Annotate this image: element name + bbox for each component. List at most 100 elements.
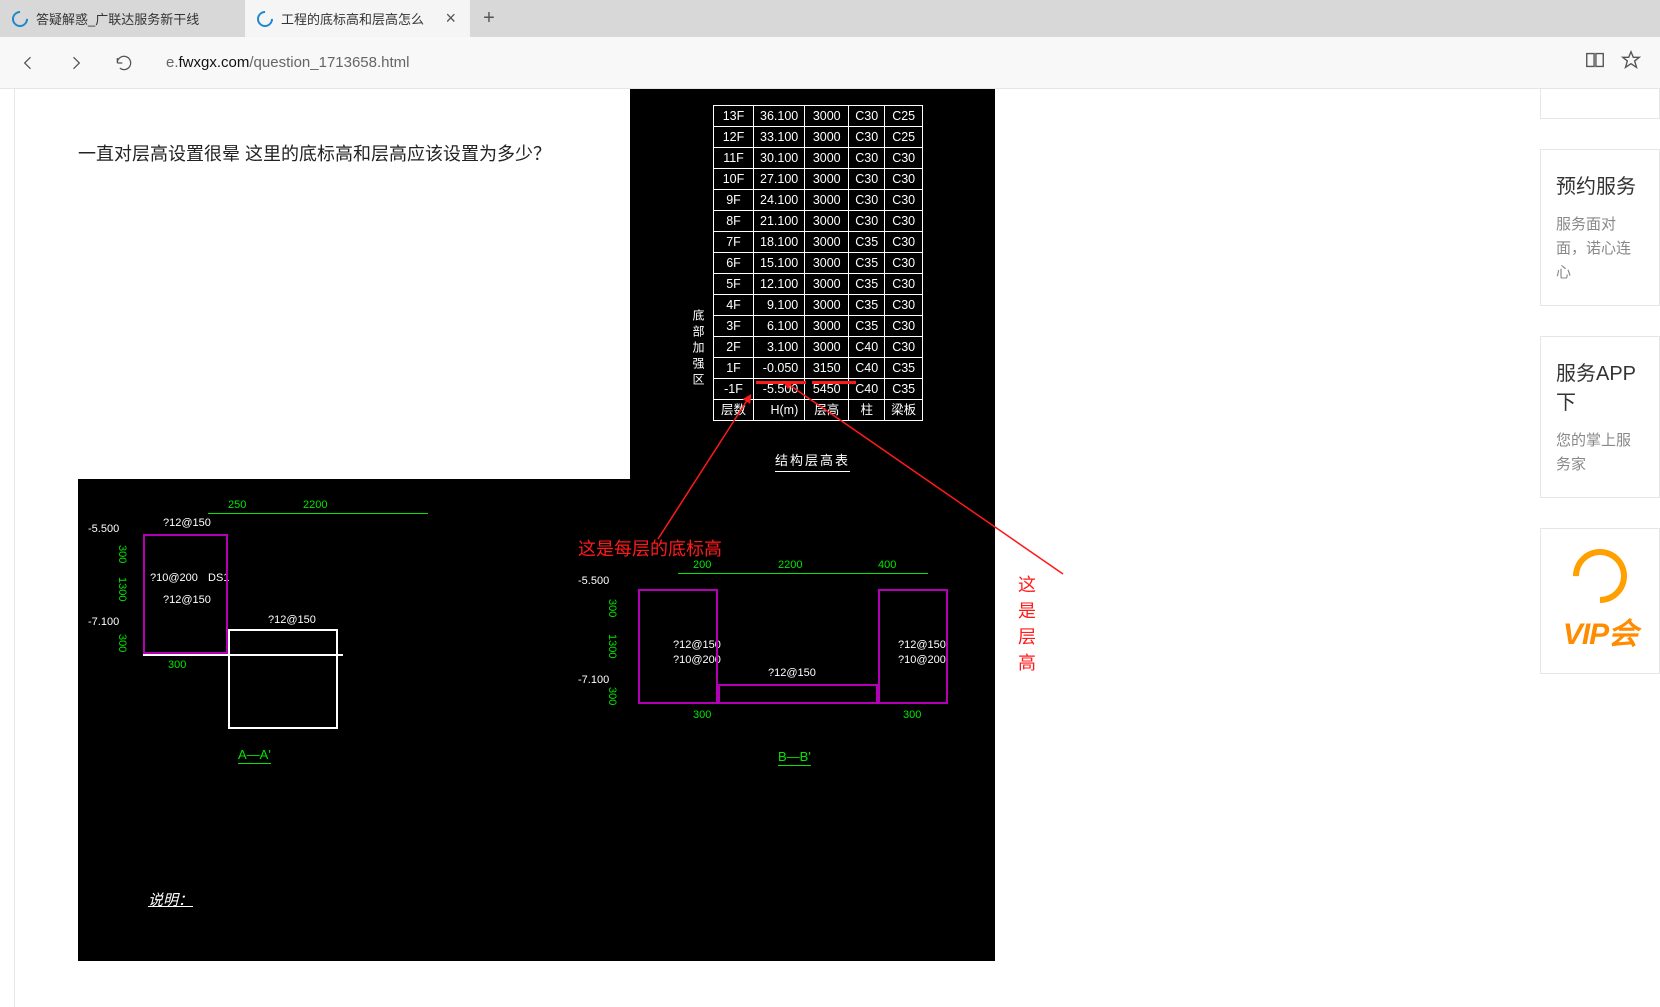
- level: -5.500: [88, 523, 119, 535]
- dim: 1300: [116, 577, 128, 601]
- table-cell: 13F: [714, 106, 754, 127]
- dim: 250: [228, 499, 246, 511]
- tab-title: 工程的底标高和层高怎么: [281, 9, 435, 28]
- table-row: 9F24.1003000C30C30: [714, 190, 923, 211]
- dim: 1300: [606, 634, 618, 658]
- table-cell: C30: [849, 148, 885, 169]
- favorite-icon[interactable]: [1620, 49, 1642, 76]
- dim: 300: [116, 545, 128, 563]
- vip-text: VIP会: [1563, 609, 1637, 653]
- table-cell: C35: [849, 295, 885, 316]
- table-cell: 5F: [714, 274, 754, 295]
- close-icon[interactable]: ×: [443, 8, 458, 29]
- table-cell: C30: [885, 253, 923, 274]
- table-cell: 3000: [805, 148, 849, 169]
- section-title: A—A': [238, 747, 271, 764]
- site-icon: [9, 7, 32, 30]
- side-label: 底部加强区: [690, 309, 707, 389]
- sidebar-card-appointment[interactable]: 预约服务 服务面对面，诺心连心: [1540, 149, 1660, 306]
- table-cell: C35: [849, 232, 885, 253]
- table-cell: C35: [849, 316, 885, 337]
- table-row: 10F27.1003000C30C30: [714, 169, 923, 190]
- vip-logo-icon: [1562, 538, 1638, 614]
- table-cell: C30: [849, 106, 885, 127]
- sidebar-vip[interactable]: VIP会: [1540, 528, 1660, 674]
- table-cell: 3000: [805, 274, 849, 295]
- annotation-text: 这是每层的底标高: [578, 535, 722, 561]
- table-row: 8F21.1003000C30C30: [714, 211, 923, 232]
- tab-inactive[interactable]: 答疑解惑_广联达服务新干线: [0, 0, 245, 37]
- section-a: 250 2200 -5.500 -7.100 300 1300 300 ?12@…: [88, 499, 468, 839]
- rebar: ?12@150: [268, 614, 316, 626]
- url-path: /question_1713658.html: [249, 54, 409, 71]
- reading-view-icon[interactable]: [1584, 49, 1606, 76]
- refresh-button[interactable]: [106, 45, 142, 81]
- section-outline: [143, 534, 228, 654]
- table-cell: 3000: [805, 316, 849, 337]
- tab-title: 答疑解惑_广联达服务新干线: [36, 9, 233, 28]
- table-cell: 4F: [714, 295, 754, 316]
- table-cell: C30: [849, 169, 885, 190]
- annotation-text: 这是层高: [1018, 571, 1036, 675]
- card-title: 服务APP下: [1556, 357, 1644, 415]
- table-row: 2F3.1003000C40C30: [714, 337, 923, 358]
- new-tab-button[interactable]: +: [470, 0, 508, 37]
- dim: 300: [693, 709, 711, 721]
- nav-bar: e.fwxgx.com/question_1713658.html: [0, 37, 1660, 89]
- cad-lower: 250 2200 -5.500 -7.100 300 1300 300 ?12@…: [78, 479, 995, 961]
- table-cell: C30: [849, 127, 885, 148]
- table-cell: 30.100: [754, 148, 805, 169]
- table-cell: 3000: [805, 211, 849, 232]
- dim: 300: [606, 599, 618, 617]
- table-cell: 33.100: [754, 127, 805, 148]
- level: -5.500: [578, 575, 609, 587]
- url-domain: fwxgx.com: [179, 54, 250, 71]
- table-row: 1F-0.0503150C40C35: [714, 358, 923, 379]
- table-cell: C30: [885, 316, 923, 337]
- table-cell: 3.100: [754, 337, 805, 358]
- table-cell: 3150: [805, 358, 849, 379]
- floor-table: 13F36.1003000C30C2512F33.1003000C30C2511…: [713, 105, 923, 421]
- section-outline: [718, 684, 878, 704]
- dim: 300: [903, 709, 921, 721]
- table-cell: 3000: [805, 337, 849, 358]
- card-title: 预约服务: [1556, 170, 1644, 199]
- back-button[interactable]: [10, 45, 46, 81]
- table-cell: 9.100: [754, 295, 805, 316]
- table-row: 5F12.1003000C35C30: [714, 274, 923, 295]
- table-cell: 3000: [805, 169, 849, 190]
- rebar: ?12@150: [163, 517, 211, 529]
- tab-active[interactable]: 工程的底标高和层高怎么 ×: [245, 0, 470, 37]
- table-cell: 6.100: [754, 316, 805, 337]
- table-row: 4F9.1003000C35C30: [714, 295, 923, 316]
- table-cell: 12F: [714, 127, 754, 148]
- sidebar-card-app[interactable]: 服务APP下 您的掌上服务家: [1540, 336, 1660, 498]
- table-cell: C30: [885, 295, 923, 316]
- table-cell: 8F: [714, 211, 754, 232]
- table-cell: 9F: [714, 190, 754, 211]
- table-cell: 3000: [805, 232, 849, 253]
- url-bar[interactable]: e.fwxgx.com/question_1713658.html: [154, 45, 1572, 81]
- table-cell: -0.050: [754, 358, 805, 379]
- site-icon: [254, 7, 277, 30]
- table-cell: C30: [849, 190, 885, 211]
- sidebar: 预约服务 服务面对面，诺心连心 服务APP下 您的掌上服务家 VIP会: [1540, 89, 1660, 674]
- line: [143, 654, 343, 656]
- tab-bar: 答疑解惑_广联达服务新干线 工程的底标高和层高怎么 × +: [0, 0, 1660, 37]
- table-cell: C30: [885, 232, 923, 253]
- card-desc: 服务面对面，诺心连心: [1556, 213, 1644, 285]
- table-cell: 3F: [714, 316, 754, 337]
- table-row: 13F36.1003000C30C25: [714, 106, 923, 127]
- dim: 300: [116, 634, 128, 652]
- table-cell: C35: [849, 274, 885, 295]
- table-cell: C40: [849, 337, 885, 358]
- dim: 2200: [303, 499, 327, 511]
- content-border: [14, 89, 15, 1007]
- table-row: 6F15.1003000C35C30: [714, 253, 923, 274]
- table-cell: C30: [885, 190, 923, 211]
- forward-button[interactable]: [58, 45, 94, 81]
- table-cell: 11F: [714, 148, 754, 169]
- table-cell: C35: [849, 253, 885, 274]
- table-cell: 3000: [805, 190, 849, 211]
- section-outline: [638, 589, 718, 704]
